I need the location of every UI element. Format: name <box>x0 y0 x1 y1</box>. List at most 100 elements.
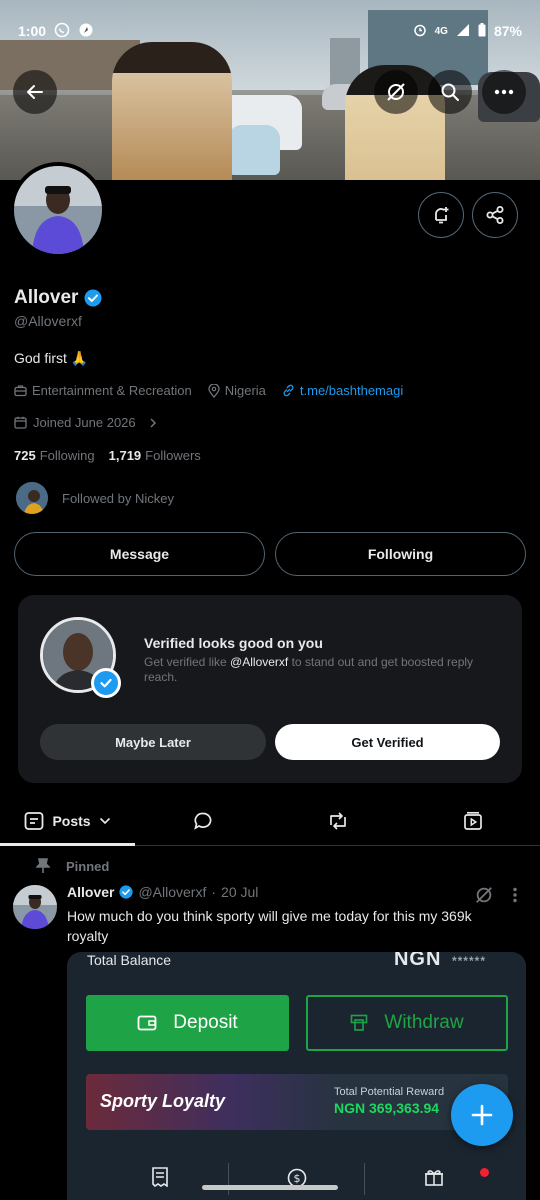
grok-icon <box>387 83 405 101</box>
media-currency-code: NGN <box>393 952 442 970</box>
media-loyalty-title: Sporty Loyalty <box>100 1091 226 1111</box>
following-button[interactable]: Following <box>275 532 526 576</box>
tab-reposts[interactable] <box>270 796 405 845</box>
verified-badge-icon <box>119 885 134 899</box>
pinned-indicator: Pinned <box>36 858 109 874</box>
post-author-handle: @Alloverxf <box>138 884 207 900</box>
following-count: 725 <box>14 448 36 463</box>
battery-icon <box>478 22 486 40</box>
signal-icon <box>456 23 470 40</box>
profile-meta-row: Entertainment & Recreation Nigeria t.me/… <box>14 383 413 398</box>
media-nav-divider <box>364 1163 365 1195</box>
media-reward-label: Total Potential Reward <box>334 1086 445 1098</box>
reply-bubble-icon <box>193 812 211 830</box>
tab-media[interactable] <box>405 796 540 845</box>
tab-replies[interactable] <box>135 796 270 845</box>
followers-count: 1,719 <box>108 448 142 463</box>
profile-avatar[interactable] <box>10 162 106 258</box>
verification-text-prefix: Get verified like <box>144 655 231 669</box>
media-deposit-label: Deposit <box>173 1012 238 1033</box>
calendar-icon <box>14 416 27 429</box>
followed-by-text: Followed by Nickey <box>62 490 174 506</box>
profile-tabs: Posts <box>0 796 540 846</box>
avatar-image <box>14 166 102 254</box>
more-options-button[interactable] <box>482 70 526 114</box>
profile-name: Allover <box>14 287 102 309</box>
network-label: 4G <box>434 25 448 37</box>
gift-icon <box>425 1170 443 1186</box>
profile-name-text: Allover <box>14 287 79 308</box>
post-header: Allover @Alloverxf · 20 Jul <box>67 884 258 900</box>
profile-link[interactable]: t.me/bashthemagi <box>282 383 403 398</box>
plus-icon <box>471 1104 493 1126</box>
notification-dot <box>480 1168 489 1177</box>
post-more-button[interactable] <box>512 887 518 908</box>
more-vertical-icon <box>513 887 517 903</box>
tab-posts-label: Posts <box>52 812 91 829</box>
follow-counts: 725 Following 1,719 Followers <box>14 448 201 463</box>
get-verified-button[interactable]: Get Verified <box>275 724 500 760</box>
receipt-icon <box>152 1167 168 1187</box>
share-button[interactable] <box>472 192 518 238</box>
verification-title: Verified looks good on you <box>144 635 323 651</box>
battery-level: 87% <box>493 23 522 39</box>
pinned-label: Pinned <box>66 858 110 874</box>
post-media-image[interactable]: Total Balance NGN ****** Deposit Withdra… <box>67 952 526 1200</box>
status-time: 1:00 <box>18 23 47 39</box>
verified-badge-icon[interactable] <box>84 289 102 307</box>
tab-posts[interactable]: Posts <box>0 796 135 846</box>
grok-icon <box>476 887 492 903</box>
grok-button[interactable] <box>374 70 418 114</box>
back-button[interactable] <box>13 70 57 114</box>
pin-icon <box>36 858 50 873</box>
gesture-home-bar[interactable] <box>202 1185 338 1190</box>
verification-card: Verified looks good on you Get verified … <box>18 595 522 783</box>
media-bottom-nav: $ <box>67 1157 526 1200</box>
compose-button[interactable] <box>451 1084 513 1146</box>
chevron-right-icon <box>150 417 156 428</box>
post-date: 20 Jul <box>221 884 259 900</box>
media-currency: NGN ****** <box>394 952 486 971</box>
wallet-icon <box>137 1015 157 1031</box>
search-icon <box>441 83 459 101</box>
media-withdraw-button: Withdraw <box>306 995 508 1051</box>
alarm-icon <box>413 23 427 40</box>
message-button[interactable]: Message <box>14 532 265 576</box>
maybe-later-button[interactable]: Maybe Later <box>40 724 266 760</box>
media-masked-balance: ****** <box>451 954 486 968</box>
briefcase-icon <box>14 385 27 397</box>
profile-link-text: t.me/bashthemagi <box>299 383 404 398</box>
notify-button[interactable] <box>418 192 464 238</box>
location-item: Nigeria <box>208 383 266 398</box>
follower-avatar <box>14 480 50 516</box>
following-label: Following <box>39 448 95 463</box>
post-author-name[interactable]: Allover <box>67 884 114 900</box>
posts-icon <box>25 811 44 830</box>
link-icon <box>283 384 294 397</box>
joined-label: Joined June 2026 <box>33 415 136 430</box>
whatsapp-icon <box>54 22 70 41</box>
joined-row[interactable]: Joined June 2026 <box>14 415 158 430</box>
media-total-balance: Total Balance <box>87 952 172 968</box>
app-notification-icon <box>78 22 94 41</box>
following-count-link[interactable]: 725 Following <box>14 448 95 463</box>
followed-by-row[interactable]: Followed by Nickey <box>14 480 174 516</box>
repost-icon <box>329 811 346 830</box>
more-horizontal-icon <box>494 89 514 95</box>
followers-count-link[interactable]: 1,719 Followers <box>109 448 201 463</box>
search-button[interactable] <box>428 70 472 114</box>
location-pin-icon <box>208 383 220 398</box>
share-icon <box>486 206 504 224</box>
post-author-avatar[interactable] <box>13 885 57 929</box>
post-separator: · <box>211 884 217 900</box>
profile-handle: @Alloverxf <box>14 313 82 329</box>
video-icon <box>463 811 482 830</box>
arrow-left-icon <box>27 85 43 99</box>
banner-car <box>228 125 280 175</box>
location-label: Nigeria <box>224 383 266 398</box>
media-deposit-button: Deposit <box>86 995 289 1051</box>
verification-text: Get verified like @Alloverxf to stand ou… <box>144 655 504 685</box>
withdraw-icon <box>351 1014 368 1031</box>
media-withdraw-label: Withdraw <box>384 1012 464 1033</box>
bell-plus-icon <box>435 207 449 224</box>
